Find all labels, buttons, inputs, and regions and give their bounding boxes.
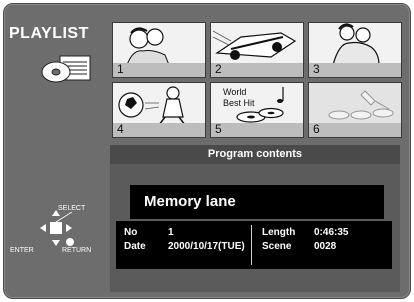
info-divider	[251, 225, 252, 265]
thumbnail-number: 5	[215, 122, 222, 136]
no-value: 1	[168, 227, 174, 238]
thumbnail-number: 6	[313, 122, 320, 136]
couple-image	[126, 27, 170, 65]
thumbnail-number: 4	[117, 122, 124, 136]
thumbnail-6[interactable]: 6	[308, 82, 402, 138]
return-label: RETURN	[62, 247, 92, 254]
thumbnail-4[interactable]: 4	[112, 82, 206, 138]
date-value: 2000/10/17(TUE)	[168, 241, 245, 252]
enter-label: ENTER	[10, 247, 34, 254]
no-label: No	[124, 227, 138, 238]
thumbnail-5[interactable]: World Best Hit 5	[210, 82, 304, 138]
soccer-image	[118, 86, 186, 125]
program-contents-header: Program contents	[110, 145, 400, 164]
cooking-image	[328, 90, 394, 120]
length-label: Length	[262, 227, 296, 238]
program-contents-panel: Program contents Memory lane No 1 Date 2…	[110, 145, 400, 292]
disc-icon	[41, 55, 91, 83]
thumbnail-number: 3	[313, 62, 320, 76]
playlist-title: PLAYLIST	[9, 25, 89, 42]
thumbnail-1[interactable]: 1	[112, 22, 206, 78]
race-car-image	[212, 30, 297, 60]
thumbnail-number: 2	[215, 62, 222, 76]
thumbnail-number: 1	[117, 62, 124, 76]
scene-value: 0028	[314, 241, 337, 252]
program-title: Memory lane	[130, 185, 384, 219]
thumbnail-2[interactable]: 2	[210, 22, 304, 78]
scene-label: Scene	[262, 241, 292, 252]
date-label: Date	[124, 241, 146, 252]
length-value: 0:46:35	[314, 227, 349, 238]
program-info-box: No 1 Date 2000/10/17(TUE) Length 0:46:35…	[116, 221, 392, 269]
thumbnail-3[interactable]: 3	[308, 22, 402, 78]
embrace-image	[332, 23, 380, 65]
records-image	[236, 87, 284, 123]
